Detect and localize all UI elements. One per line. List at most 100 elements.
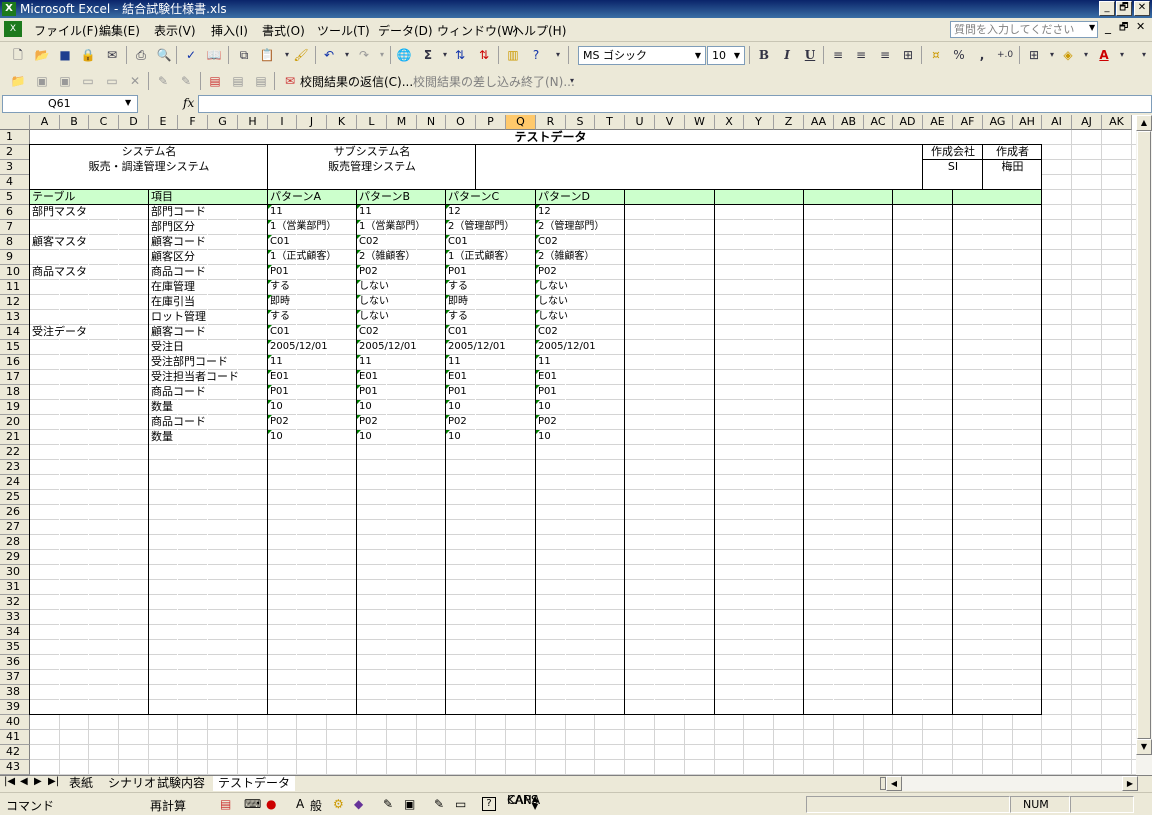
row-header[interactable]: 13	[0, 310, 30, 325]
row-header[interactable]: 31	[0, 580, 30, 595]
undo-icon[interactable]: ↶	[321, 47, 337, 63]
row-header[interactable]: 28	[0, 535, 30, 550]
prev-comment-icon[interactable]: ▣	[34, 73, 50, 89]
horizontal-scrollbar[interactable]	[902, 776, 1124, 791]
toolbar-options-icon-2[interactable]: ▾	[1136, 47, 1152, 63]
toolbar-options-icon[interactable]: ▾	[550, 47, 566, 63]
update-file-icon[interactable]: ▤	[207, 73, 223, 89]
copy-icon[interactable]: ⧉	[236, 47, 252, 63]
row-header[interactable]: 19	[0, 400, 30, 415]
permission-icon[interactable]: 🔒	[80, 47, 96, 63]
name-box-dropdown-icon[interactable]: ▼	[125, 98, 131, 107]
menu-tools[interactable]: ツール(T)	[317, 22, 370, 39]
menu-data[interactable]: データ(D)	[378, 22, 433, 39]
toolbar-options-icon-3[interactable]: ▾	[564, 73, 580, 89]
row-header[interactable]: 4	[0, 175, 30, 190]
column-header[interactable]: S	[566, 115, 595, 130]
scroll-up-icon[interactable]: ▲	[1136, 115, 1152, 131]
align-center-icon[interactable]: ≡	[853, 47, 869, 63]
column-header[interactable]: AF	[953, 115, 983, 130]
row-header[interactable]: 37	[0, 670, 30, 685]
increase-decimal-icon[interactable]: +.0	[997, 47, 1013, 63]
reviewing-pane-icon[interactable]: ▤	[253, 73, 269, 89]
column-header[interactable]: AJ	[1072, 115, 1102, 130]
autosum-icon[interactable]: Σ	[420, 47, 436, 63]
align-right-icon[interactable]: ≡	[877, 47, 893, 63]
column-header[interactable]: M	[387, 115, 417, 130]
select-all-corner[interactable]	[0, 115, 30, 130]
bold-button[interactable]: B	[756, 47, 772, 63]
row-header[interactable]: 26	[0, 505, 30, 520]
insert-function-icon[interactable]: fx	[183, 96, 194, 110]
row-header[interactable]: 2	[0, 145, 30, 160]
row-header[interactable]: 8	[0, 235, 30, 250]
row-header[interactable]: 7	[0, 220, 30, 235]
doc-minimize-button[interactable]: _	[1105, 20, 1111, 34]
sheet-tab-test-data[interactable]: テストデータ	[213, 776, 296, 791]
column-header[interactable]: W	[685, 115, 715, 130]
font-color-icon[interactable]: A	[1096, 47, 1112, 63]
row-header[interactable]: 30	[0, 565, 30, 580]
column-header[interactable]: J	[297, 115, 327, 130]
print-preview-icon[interactable]: 🔍	[156, 47, 172, 63]
vertical-scrollbar[interactable]: ▲ ▼	[1136, 115, 1152, 775]
column-header[interactable]: AG	[983, 115, 1013, 130]
row-header[interactable]: 11	[0, 280, 30, 295]
ink-annotation-icon[interactable]: ▤	[230, 73, 246, 89]
row-header[interactable]: 10	[0, 265, 30, 280]
research-icon[interactable]: 📖	[206, 47, 222, 63]
help-icon[interactable]: ?	[528, 47, 544, 63]
column-header[interactable]: B	[60, 115, 89, 130]
row-header[interactable]: 6	[0, 205, 30, 220]
ime-pad-icon[interactable]: ▤	[220, 797, 231, 811]
general-mode-button[interactable]: 般	[310, 797, 322, 814]
redo-icon[interactable]: ↷	[356, 47, 372, 63]
track-changes-icon[interactable]: ✎	[155, 73, 171, 89]
pen-icon[interactable]: ✎	[383, 797, 393, 811]
sort-ascending-icon[interactable]: ⇅	[452, 47, 468, 63]
column-header[interactable]: AH	[1013, 115, 1042, 130]
column-header[interactable]: H	[238, 115, 268, 130]
hyperlink-icon[interactable]: 🌐	[396, 47, 412, 63]
ime-tools-icon[interactable]: ⚙	[333, 797, 344, 811]
draw-pad-icon[interactable]: ▣	[404, 797, 415, 811]
currency-icon[interactable]: ¤	[928, 47, 944, 63]
spelling-icon[interactable]: ✓	[183, 47, 199, 63]
show-all-comments-icon[interactable]: ▭	[104, 73, 120, 89]
column-header[interactable]: U	[625, 115, 655, 130]
paste-icon[interactable]: 📋	[259, 47, 275, 63]
row-header[interactable]: 21	[0, 430, 30, 445]
italic-button[interactable]: I	[779, 47, 795, 63]
next-sheet-icon[interactable]: ▶	[34, 776, 42, 787]
row-header[interactable]: 27	[0, 520, 30, 535]
undo-dropdown-icon[interactable]: ▾	[339, 47, 355, 63]
sheet-tab-test-content[interactable]: 試験内容	[152, 776, 210, 791]
row-header[interactable]: 1	[0, 130, 30, 145]
column-header[interactable]: R	[536, 115, 566, 130]
help-search-input[interactable]: 質問を入力してください	[950, 21, 1098, 38]
column-header[interactable]: X	[715, 115, 744, 130]
column-header[interactable]: Y	[744, 115, 774, 130]
column-header[interactable]: AK	[1102, 115, 1132, 130]
new-icon[interactable]: 🗋	[10, 47, 26, 63]
column-header[interactable]: AA	[804, 115, 834, 130]
row-header[interactable]: 35	[0, 640, 30, 655]
underline-button[interactable]: U	[802, 47, 818, 63]
align-left-icon[interactable]: ≡	[830, 47, 846, 63]
row-header[interactable]: 41	[0, 730, 30, 745]
email-icon[interactable]: ✉	[104, 47, 120, 63]
row-header[interactable]: 32	[0, 595, 30, 610]
reply-with-changes-button[interactable]: 校閲結果の返信(C)...	[300, 73, 413, 90]
ime-options-icon[interactable]: ▲ ▼	[532, 795, 538, 811]
keyboard-icon[interactable]: ⌨	[244, 797, 261, 811]
column-header[interactable]: AI	[1042, 115, 1072, 130]
column-header[interactable]: E	[149, 115, 178, 130]
column-header[interactable]: D	[119, 115, 149, 130]
doc-restore-button[interactable]: 🗗	[1119, 20, 1128, 37]
font-color-dropdown-icon[interactable]: ▾	[1114, 47, 1130, 63]
formula-input[interactable]	[198, 95, 1152, 113]
column-header[interactable]: Z	[774, 115, 804, 130]
column-header[interactable]: K	[327, 115, 357, 130]
scroll-right-icon[interactable]: ▶	[1122, 776, 1138, 791]
reject-icon[interactable]: ✎	[178, 73, 194, 89]
